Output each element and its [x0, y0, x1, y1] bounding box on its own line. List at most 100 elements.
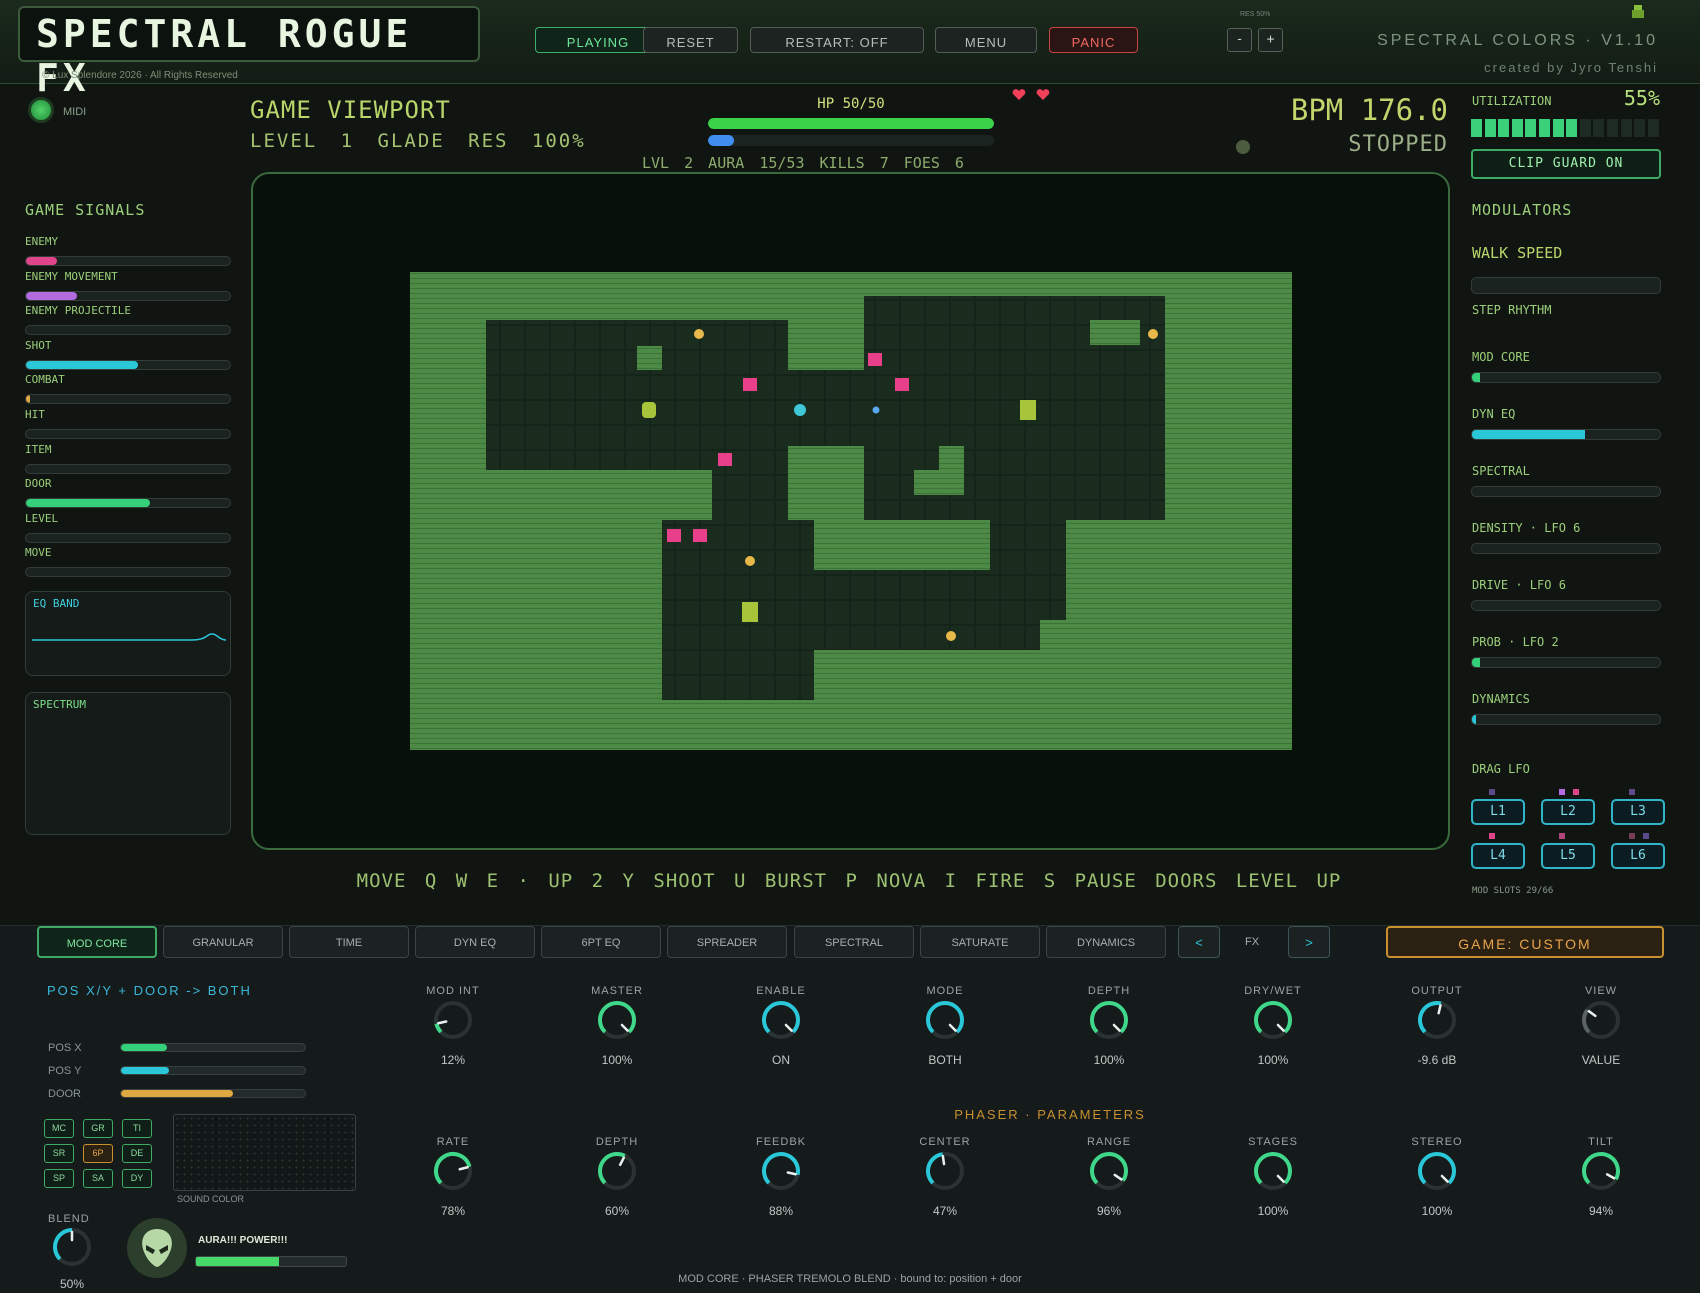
pos-label-0: POS X — [48, 1042, 82, 1054]
top-knob-depth[interactable] — [1087, 998, 1131, 1042]
game-preset-button[interactable]: GAME: CUSTOM — [1386, 926, 1664, 958]
walk-speed-label: WALK SPEED — [1472, 244, 1563, 262]
res-increase-button[interactable]: + — [1258, 28, 1283, 52]
tab-saturate[interactable]: SATURATE — [920, 926, 1040, 958]
lfo-button-l5[interactable]: L5 — [1541, 843, 1595, 869]
signal-label-1: ENEMY MOVEMENT — [25, 269, 118, 283]
top-knob-view[interactable] — [1579, 998, 1623, 1042]
tab-dynamics[interactable]: DYNAMICS — [1046, 926, 1166, 958]
phaser-label-4: RANGE — [1086, 1136, 1132, 1148]
map-wall — [410, 520, 662, 700]
module-node-de[interactable]: DE — [122, 1144, 152, 1163]
menu-button[interactable]: MENU — [935, 27, 1037, 53]
lfo-button-l2[interactable]: L2 — [1541, 799, 1595, 825]
utilization-meter — [1471, 119, 1661, 137]
sound-color-pad[interactable] — [173, 1114, 356, 1191]
module-node-gr[interactable]: GR — [83, 1119, 113, 1138]
player-sprite-icon — [1632, 5, 1644, 18]
lfo-button-l4[interactable]: L4 — [1471, 843, 1525, 869]
phaser-label-6: STEREO — [1411, 1136, 1463, 1148]
modulator-label-0: MOD CORE — [1472, 350, 1530, 364]
top-knob-mode[interactable] — [923, 998, 967, 1042]
lfo-button-l3[interactable]: L3 — [1611, 799, 1665, 825]
map-coin — [1148, 329, 1158, 339]
tab-spreader[interactable]: SPREADER — [667, 926, 787, 958]
signal-meter-3 — [25, 359, 231, 370]
lfo-indicator-icon — [1489, 789, 1495, 795]
modulator-slider-6[interactable] — [1471, 714, 1661, 725]
signal-label-0: ENEMY — [25, 235, 59, 248]
top-knob-mod-int[interactable] — [431, 998, 475, 1042]
top-knob-dry-wet[interactable] — [1251, 998, 1295, 1042]
walk-speed-slider[interactable] — [1471, 277, 1661, 294]
modulator-slider-3[interactable] — [1471, 543, 1661, 554]
lfo-button-l1[interactable]: L1 — [1471, 799, 1525, 825]
tab-time[interactable]: TIME — [289, 926, 409, 958]
tab-granular[interactable]: GRANULAR — [163, 926, 283, 958]
next-module-button[interactable]: > — [1288, 926, 1330, 958]
phaser-knob-center[interactable] — [923, 1149, 967, 1193]
module-node-6p[interactable]: 6P — [83, 1144, 113, 1163]
top-knob-output[interactable] — [1415, 998, 1459, 1042]
reset-button[interactable]: RESET — [643, 27, 738, 53]
modulator-label-4: DRIVE · LFO 6 — [1472, 578, 1566, 592]
phaser-knob-feedbk[interactable] — [759, 1149, 803, 1193]
midi-indicator-icon[interactable] — [28, 97, 54, 123]
module-node-sa[interactable]: SA — [83, 1169, 113, 1188]
signal-label-7: DOOR — [25, 477, 52, 491]
tab-spectral[interactable]: SPECTRAL — [794, 926, 914, 958]
signal-meter-fill — [26, 257, 57, 265]
top-value-1: 100% — [601, 1053, 633, 1067]
game-viewport[interactable] — [251, 172, 1450, 850]
modulator-slider-fill — [1472, 430, 1585, 439]
pos-meter-fill — [121, 1044, 167, 1051]
top-value-3: BOTH — [928, 1053, 962, 1067]
prev-module-button[interactable]: < — [1178, 926, 1220, 958]
phaser-knob-depth[interactable] — [595, 1149, 639, 1193]
panic-button[interactable]: PANIC — [1049, 27, 1138, 53]
phaser-knob-stages[interactable] — [1251, 1149, 1295, 1193]
tab-dyn-eq[interactable]: DYN EQ — [415, 926, 535, 958]
copyright-text: © Lux Splendore 2026 · All Rights Reserv… — [42, 70, 238, 81]
signal-label-3: SHOT — [25, 338, 52, 352]
phaser-value-0: 78% — [440, 1204, 466, 1218]
signal-meter-6 — [25, 463, 231, 474]
map-wall — [410, 296, 864, 320]
sound-color-label: SOUND COLOR — [177, 1194, 245, 1204]
phaser-knob-stereo[interactable] — [1415, 1149, 1459, 1193]
phaser-value-3: 47% — [932, 1204, 958, 1218]
top-knob-master[interactable] — [595, 998, 639, 1042]
tab-6pt-eq[interactable]: 6PT EQ — [541, 926, 661, 958]
tab-mod-core[interactable]: MOD CORE — [37, 926, 157, 958]
restart-toggle-button[interactable]: RESTART: OFF — [750, 27, 924, 53]
phaser-knob-rate[interactable] — [431, 1149, 475, 1193]
lfo-button-l6[interactable]: L6 — [1611, 843, 1665, 869]
clip-guard-button[interactable]: CLIP GUARD ON — [1471, 149, 1661, 179]
signal-meter-2 — [25, 325, 231, 336]
game-map[interactable] — [253, 174, 1448, 848]
map-wall — [788, 446, 864, 520]
module-node-mc[interactable]: MC — [44, 1119, 74, 1138]
signal-meter-5 — [25, 429, 231, 439]
module-node-dy[interactable]: DY — [122, 1169, 152, 1188]
utilization-segment — [1593, 119, 1605, 137]
phaser-knob-tilt[interactable] — [1579, 1149, 1623, 1193]
modulator-slider-5[interactable] — [1471, 657, 1661, 668]
top-label-6: OUTPUT — [1411, 985, 1463, 997]
phaser-value-6: 100% — [1421, 1204, 1453, 1218]
module-node-sp[interactable]: SP — [44, 1169, 74, 1188]
top-knob-enable[interactable] — [759, 998, 803, 1042]
blend-knob[interactable] — [50, 1225, 94, 1269]
modulator-slider-0[interactable] — [1471, 372, 1661, 383]
map-projectile — [872, 406, 880, 414]
modulator-slider-4[interactable] — [1471, 600, 1661, 611]
modulator-slider-1[interactable] — [1471, 429, 1661, 440]
res-decrease-button[interactable]: - — [1227, 28, 1252, 52]
phaser-knob-range[interactable] — [1087, 1149, 1131, 1193]
utilization-segment — [1484, 119, 1496, 137]
module-node-sr[interactable]: SR — [44, 1144, 74, 1163]
modulator-slider-2[interactable] — [1471, 486, 1661, 497]
pos-meter-fill — [121, 1090, 234, 1097]
module-node-ti[interactable]: TI — [122, 1119, 152, 1138]
utilization-segment — [1471, 119, 1482, 137]
